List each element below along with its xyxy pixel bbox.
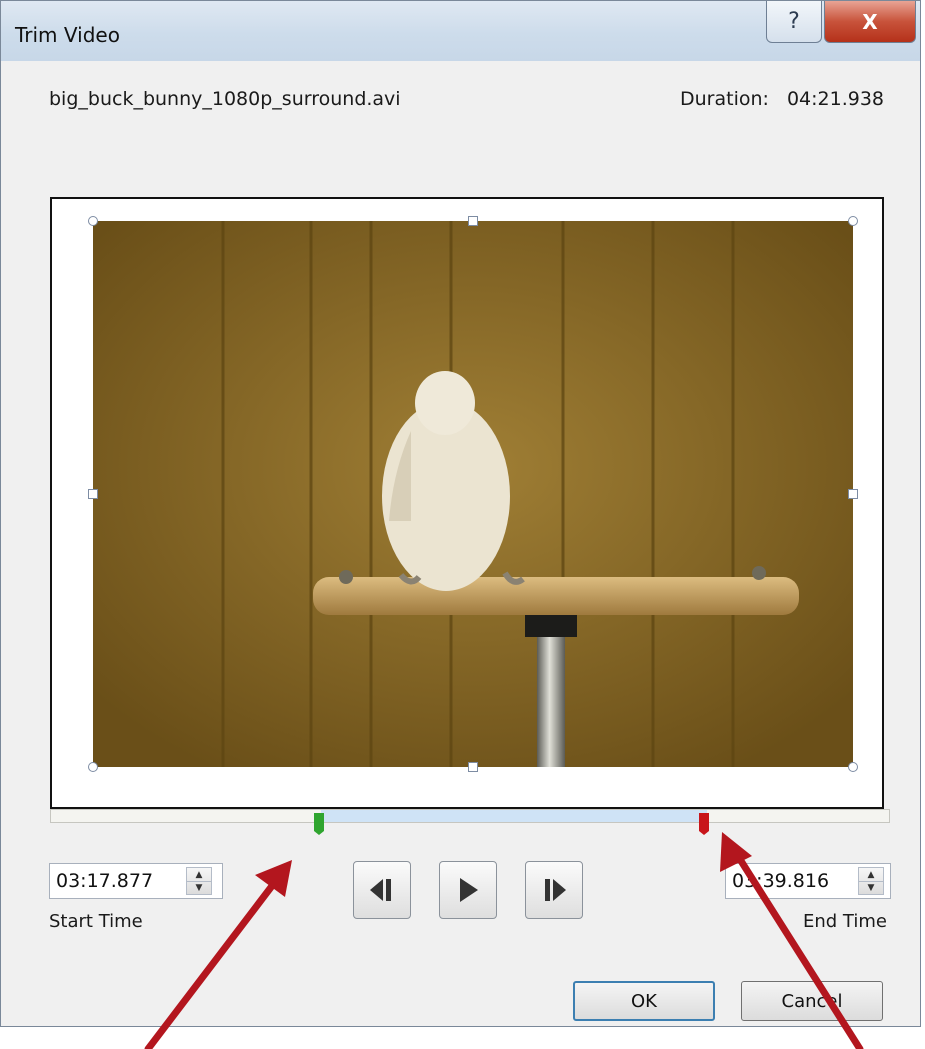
ok-button[interactable]: OK bbox=[573, 981, 715, 1021]
end-time-field[interactable]: 03:39.816 ▲ ▼ bbox=[725, 863, 891, 899]
end-trim-marker[interactable] bbox=[697, 813, 711, 835]
close-icon: X bbox=[862, 9, 878, 34]
dialog-body: big_buck_bunny_1080p_surround.avi Durati… bbox=[7, 61, 914, 1021]
close-button[interactable]: X bbox=[824, 1, 916, 43]
end-time-spinner[interactable]: ▲ ▼ bbox=[858, 867, 884, 895]
perch-bar bbox=[313, 577, 799, 615]
resize-handle-bottom-left[interactable] bbox=[88, 762, 98, 772]
start-time-spinner[interactable]: ▲ ▼ bbox=[186, 867, 212, 895]
resize-handle-top-right[interactable] bbox=[848, 216, 858, 226]
chevron-down-icon[interactable]: ▼ bbox=[859, 881, 883, 894]
resize-handle-left[interactable] bbox=[88, 489, 98, 499]
video-preview[interactable] bbox=[93, 221, 853, 767]
cancel-button[interactable]: Cancel bbox=[741, 981, 883, 1021]
play-button[interactable] bbox=[439, 861, 497, 919]
resize-handle-bottom-right[interactable] bbox=[848, 762, 858, 772]
end-time-label: End Time bbox=[803, 911, 887, 932]
resize-handle-top-left[interactable] bbox=[88, 216, 98, 226]
resize-handle-top[interactable] bbox=[468, 216, 478, 226]
video-preview-frame bbox=[50, 197, 884, 809]
resize-handle-bottom[interactable] bbox=[468, 762, 478, 772]
parrot-head bbox=[415, 371, 475, 435]
duration-label: Duration: bbox=[680, 88, 769, 110]
next-frame-button[interactable] bbox=[525, 861, 583, 919]
cancel-label: Cancel bbox=[781, 990, 843, 1012]
start-time-label: Start Time bbox=[49, 911, 143, 932]
previous-frame-button[interactable] bbox=[353, 861, 411, 919]
timeline-selected-range bbox=[321, 810, 707, 822]
title-bar[interactable]: Trim Video ? X bbox=[1, 1, 920, 61]
start-time-input[interactable]: 03:17.877 bbox=[56, 870, 153, 892]
file-name: big_buck_bunny_1080p_surround.avi bbox=[49, 88, 401, 110]
resize-handle-right[interactable] bbox=[848, 489, 858, 499]
end-time-input[interactable]: 03:39.816 bbox=[732, 870, 829, 892]
duration-readout: Duration: 04:21.938 bbox=[680, 88, 884, 110]
previous-frame-icon bbox=[370, 879, 391, 901]
trim-timeline[interactable] bbox=[50, 809, 890, 823]
next-frame-icon bbox=[545, 879, 566, 901]
trim-video-dialog: Trim Video ? X big_buck_bunny_1080p_surr… bbox=[0, 0, 921, 1027]
start-trim-marker[interactable] bbox=[312, 813, 326, 835]
dialog-title: Trim Video bbox=[15, 23, 120, 47]
chevron-up-icon[interactable]: ▲ bbox=[187, 868, 211, 882]
help-button[interactable]: ? bbox=[766, 1, 822, 43]
ok-label: OK bbox=[631, 990, 657, 1012]
help-icon: ? bbox=[788, 9, 800, 34]
duration-value: 04:21.938 bbox=[786, 88, 884, 110]
start-time-field[interactable]: 03:17.877 ▲ ▼ bbox=[49, 863, 223, 899]
chevron-up-icon[interactable]: ▲ bbox=[859, 868, 883, 882]
play-icon bbox=[460, 878, 478, 902]
start-trim-marker-shape bbox=[314, 813, 324, 831]
video-frame-image bbox=[93, 221, 853, 767]
end-trim-marker-shape bbox=[699, 813, 709, 831]
chevron-down-icon[interactable]: ▼ bbox=[187, 881, 211, 894]
